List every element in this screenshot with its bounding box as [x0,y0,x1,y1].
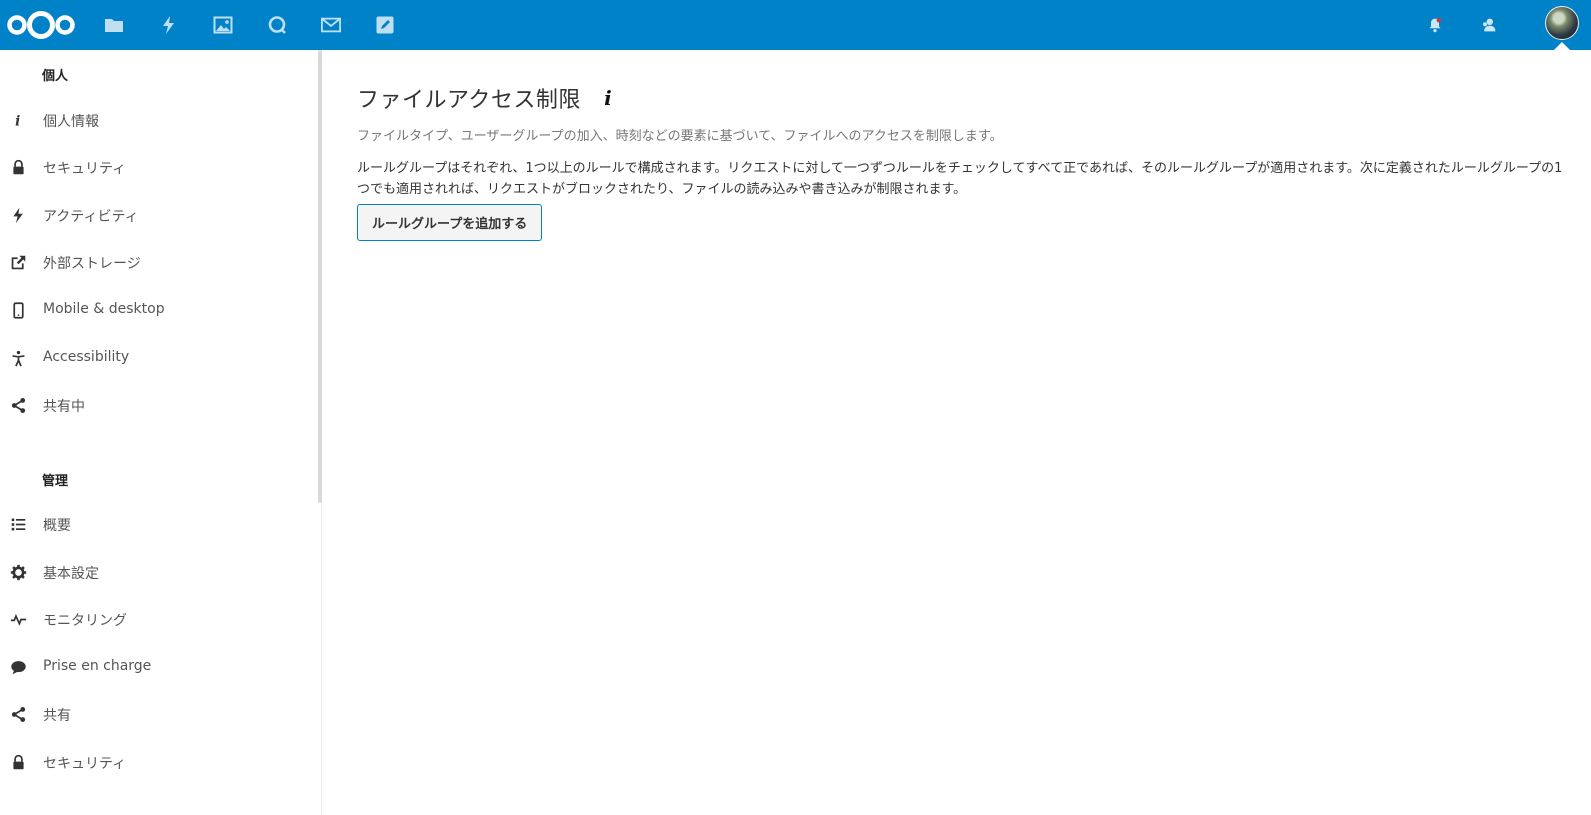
phone-icon [8,300,28,320]
sidebar-item-monitoring[interactable]: モニタリング [0,599,318,639]
add-rule-group-button[interactable]: ルールグループを追加する [357,204,543,241]
sidebar-item-admin-sharing[interactable]: 共有 [0,694,318,734]
sidebar-item-sharing[interactable]: 共有中 [0,385,318,425]
sidebar-item-label: アクティビティ [43,209,139,225]
sidebar-item-label: セキュリティ [43,161,127,177]
sidebar-item-basic-settings[interactable]: 基本設定 [0,552,318,592]
sidebar-item-external-storage[interactable]: 外部ストレージ [0,242,318,282]
nextcloud-logo-icon[interactable] [6,8,76,42]
pulse-icon [8,609,28,629]
contacts-icon[interactable] [1477,13,1501,37]
sidebar-item-support[interactable]: Prise en charge [0,647,318,687]
sidebar-item-label: セキュリティ [43,756,127,772]
lock-icon [8,752,28,772]
lock-icon [8,157,28,177]
section-heading-admin: 管理 [42,474,69,489]
external-link-icon [8,252,28,272]
accessibility-icon [8,348,28,368]
settings-sidebar: 個人 i 個人情報 セキュリティ アクティビティ 外部ストレージ Mobile … [0,50,322,815]
sidebar-item-activity[interactable]: アクティビティ [0,195,318,235]
sidebar-item-personal-info[interactable]: i 個人情報 [0,100,318,140]
rules-explanation: ルールグループはそれぞれ、1つ以上のルールで構成されます。リクエストに対して一つ… [357,161,1563,197]
notifications-bell-icon[interactable] [1423,13,1447,37]
sidebar-item-label: 外部ストレージ [43,256,141,272]
info-icon[interactable]: i [599,86,617,110]
title-row: ファイルアクセス制限 i [357,82,617,114]
share-icon [8,704,28,724]
page-description: ファイルタイプ、ユーザーグループの加入、時刻などの要素に基づいて、ファイルへのア… [357,129,1003,144]
lightning-icon[interactable] [156,12,182,38]
lightning-icon [8,205,28,225]
image-icon[interactable] [210,12,236,38]
share-icon [8,395,28,415]
svg-text:i: i [15,113,20,128]
page-title: ファイルアクセス制限 [357,88,581,113]
mail-icon[interactable] [318,12,344,38]
header-bar [0,0,1591,50]
sidebar-scrollbar[interactable] [318,50,322,503]
edit-icon[interactable] [372,12,398,38]
menu-caret [1554,42,1570,50]
sidebar-item-label: 共有 [43,708,71,724]
sidebar-item-label: Mobile & desktop [43,301,165,317]
section-heading-personal: 個人 [42,69,69,84]
sidebar-item-label: 共有中 [43,399,85,415]
sidebar-item-mobile-desktop[interactable]: Mobile & desktop [0,290,318,330]
sidebar-item-security[interactable]: セキュリティ [0,147,318,187]
list-icon [8,514,28,534]
folder-icon[interactable] [101,12,127,38]
sidebar-item-label: モニタリング [43,613,127,629]
gear-icon [8,562,28,582]
user-avatar[interactable] [1545,6,1579,40]
sidebar-item-label: 基本設定 [43,566,99,582]
sidebar-item-admin-security[interactable]: セキュリティ [0,742,318,782]
sidebar-item-label: Accessibility [43,349,130,365]
sidebar-item-accessibility[interactable]: Accessibility [0,338,318,378]
sidebar-item-label: 個人情報 [43,114,99,130]
sidebar-item-overview[interactable]: 概要 [0,504,318,544]
info-icon: i [8,110,28,130]
chat-bubble-icon[interactable] [264,12,290,38]
sidebar-item-label: Prise en charge [43,658,152,674]
sidebar-item-label: 概要 [43,518,71,534]
speech-bubble-icon [8,657,28,677]
